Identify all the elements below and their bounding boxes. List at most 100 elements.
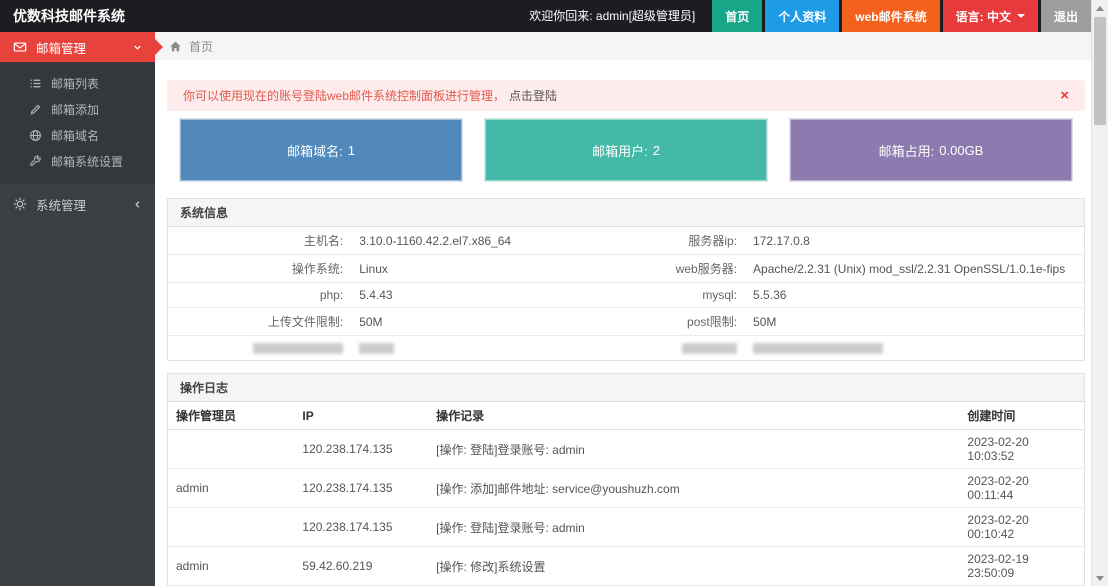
system-info-table: 主机名: 3.10.0-1160.42.2.el7.x86_64 服务器ip: … (168, 227, 1084, 360)
table-row: 主机名: 3.10.0-1160.42.2.el7.x86_64 服务器ip: … (168, 227, 1084, 255)
redacted-text (682, 343, 738, 355)
app-title: 优数科技邮件系统 (13, 8, 125, 24)
alert-message: 你可以使用现在的账号登陆web邮件系统控制面板进行管理， (183, 89, 506, 103)
sysinfo-label: web服务器: (635, 254, 746, 283)
sysinfo-value: 172.17.0.8 (745, 227, 1084, 255)
breadcrumb: 首页 (155, 32, 1091, 60)
sysinfo-label: 服务器ip: (635, 227, 746, 255)
operation-log-panel: 操作日志 操作管理员 IP 操作记录 创建时间 120.238.174.135 (167, 373, 1085, 586)
log-admin (168, 507, 295, 547)
pencil-icon (29, 103, 42, 116)
sidebar-item-label: 邮箱管理 (36, 41, 87, 56)
webmail-button[interactable]: web邮件系统 (842, 0, 940, 32)
table-header-row: 操作管理员 IP 操作记录 创建时间 (168, 402, 1084, 430)
table-row: 120.238.174.135 [操作: 登陆]登录账号: admin 2023… (168, 429, 1084, 469)
logout-button[interactable]: 退出 (1040, 0, 1091, 32)
close-icon[interactable]: × (1060, 88, 1069, 103)
navbar-spacer (125, 0, 529, 32)
log-ip: 59.42.60.219 (294, 546, 429, 586)
profile-button[interactable]: 个人资料 (765, 0, 840, 32)
scroll-down-icon[interactable] (1092, 570, 1108, 586)
language-dropdown-button[interactable]: 语言: 中文 (942, 0, 1038, 32)
sidebar-item-mail-list[interactable]: 邮箱列表 (0, 70, 155, 96)
sidebar: 邮箱管理 邮箱列表 邮箱添加 邮箱域名 邮箱系统设置 系统管理 (0, 32, 163, 586)
col-header-ip: IP (294, 402, 429, 430)
table-row: 上传文件限制: 50M post限制: 50M (168, 307, 1084, 336)
log-ip: 120.238.174.135 (294, 468, 429, 508)
operation-log-title: 操作日志 (168, 374, 1084, 402)
redacted-text (359, 343, 395, 355)
table-row: admin 59.42.60.219 [操作: 修改]系统设置 2023-02-… (168, 546, 1084, 586)
sidebar-item-label: 系统管理 (36, 198, 87, 213)
stat-label: 邮箱用户: (592, 143, 648, 159)
table-row (168, 336, 1084, 361)
stat-label: 邮箱域名: (287, 143, 343, 159)
scrollbar-thumb[interactable] (1094, 17, 1106, 125)
log-time: 2023-02-20 00:11:44 (959, 468, 1084, 508)
sidebar-submenu: 邮箱列表 邮箱添加 邮箱域名 邮箱系统设置 (0, 62, 155, 184)
sysinfo-value: 50M (745, 307, 1084, 336)
sysinfo-label: post限制: (635, 307, 746, 336)
log-record: [操作: 登陆]登录账号: admin (428, 429, 960, 469)
caret-down-icon (1016, 14, 1025, 18)
welcome-text: 欢迎你回来: admin[超级管理员] (529, 9, 696, 23)
envelope-icon (13, 40, 27, 54)
table-row: 操作系统: Linux web服务器: Apache/2.2.31 (Unix)… (168, 254, 1084, 283)
log-record: [操作: 登陆]登录账号: admin (428, 507, 960, 547)
sidebar-item-label: 邮箱域名 (51, 128, 100, 143)
log-ip: 120.238.174.135 (294, 429, 429, 469)
sidebar-item-system-management[interactable]: 系统管理 (0, 188, 155, 220)
sysinfo-value: 3.10.0-1160.42.2.el7.x86_64 (351, 227, 636, 255)
stat-value: 1 (347, 142, 355, 158)
chevron-left-icon (132, 199, 143, 210)
sysinfo-value: 5.4.43 (351, 282, 636, 308)
sidebar-item-label: 邮箱添加 (51, 102, 100, 117)
scroll-up-icon[interactable] (1092, 0, 1108, 16)
log-admin: admin (168, 546, 295, 586)
gear-icon (13, 197, 27, 211)
log-admin: admin (168, 468, 295, 508)
stat-cards: 邮箱域名: 1 邮箱用户: 2 邮箱占用: 0.00GB (167, 118, 1085, 182)
breadcrumb-home-link[interactable]: 首页 (189, 38, 213, 55)
log-record: [操作: 添加]邮件地址: service@youshuzh.com (428, 468, 960, 508)
log-ip: 120.238.174.135 (294, 507, 429, 547)
sidebar-item-label: 邮箱列表 (51, 76, 100, 91)
webmail-alert: 你可以使用现在的账号登陆web邮件系统控制面板进行管理， 点击登陆 × (167, 80, 1085, 111)
sidebar-item-mail-system-settings[interactable]: 邮箱系统设置 (0, 148, 155, 174)
log-time: 2023-02-19 23:50:09 (959, 546, 1084, 586)
operation-log-table: 操作管理员 IP 操作记录 创建时间 120.238.174.135 [操作: … (168, 402, 1084, 586)
sidebar-item-mail-add[interactable]: 邮箱添加 (0, 96, 155, 122)
sysinfo-value: 5.5.36 (745, 282, 1084, 308)
log-admin (168, 429, 295, 469)
chevron-down-icon (132, 42, 143, 53)
stat-card-domains: 邮箱域名: 1 (179, 118, 463, 182)
home-button[interactable]: 首页 (712, 0, 763, 32)
wrench-icon (29, 155, 42, 168)
system-info-panel: 系统信息 主机名: 3.10.0-1160.42.2.el7.x86_64 服务… (167, 198, 1085, 361)
stat-card-usage: 邮箱占用: 0.00GB (789, 118, 1073, 182)
main-content: 首页 你可以使用现在的账号登陆web邮件系统控制面板进行管理， 点击登陆 × 邮… (155, 32, 1091, 586)
globe-icon (29, 129, 42, 142)
log-time: 2023-02-20 10:03:52 (959, 429, 1084, 469)
stat-value: 0.00GB (939, 142, 984, 158)
stat-value: 2 (652, 142, 660, 158)
page-layout: 邮箱管理 邮箱列表 邮箱添加 邮箱域名 邮箱系统设置 系统管理 首页 你可以使用… (0, 32, 1091, 586)
language-button-label: 语言: 中文 (955, 9, 1011, 24)
stat-label: 邮箱占用: (878, 143, 935, 159)
content-area: 你可以使用现在的账号登陆web邮件系统控制面板进行管理， 点击登陆 × 邮箱域名… (155, 60, 1091, 586)
table-row: php: 5.4.43 mysql: 5.5.36 (168, 282, 1084, 308)
col-header-time: 创建时间 (959, 402, 1084, 430)
sidebar-item-mail-domain[interactable]: 邮箱域名 (0, 122, 155, 148)
log-record: [操作: 修改]系统设置 (428, 546, 960, 586)
sidebar-item-label: 邮箱系统设置 (51, 154, 124, 169)
sysinfo-label: 操作系统: (168, 254, 352, 283)
sidebar-item-mail-management[interactable]: 邮箱管理 (0, 32, 163, 62)
col-header-admin: 操作管理员 (168, 402, 295, 430)
vertical-scrollbar[interactable] (1091, 0, 1108, 586)
sysinfo-label: php: (168, 282, 352, 308)
alert-login-link[interactable]: 点击登陆 (509, 87, 557, 104)
sysinfo-label: 上传文件限制: (168, 307, 352, 336)
sysinfo-value: 50M (351, 307, 636, 336)
redacted-text (253, 343, 344, 355)
home-button-label: 首页 (725, 9, 750, 24)
